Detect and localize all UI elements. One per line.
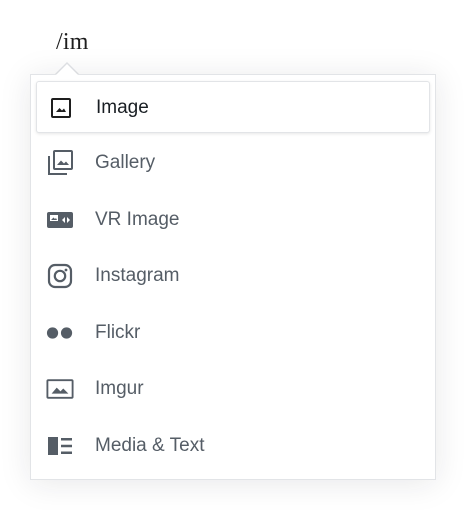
popover-caret-fill — [56, 64, 78, 75]
flickr-icon — [46, 319, 74, 347]
block-option-imgur[interactable]: Imgur — [36, 363, 430, 415]
vr-image-icon — [46, 206, 74, 234]
imgur-icon — [46, 375, 74, 403]
block-option-image[interactable]: Image — [36, 81, 430, 133]
block-option-flickr[interactable]: Flickr — [36, 307, 430, 359]
block-option-vr-image[interactable]: VR Image — [36, 194, 430, 246]
block-option-label: Imgur — [95, 378, 144, 399]
media-text-icon — [46, 432, 74, 460]
block-option-label: Flickr — [95, 322, 141, 343]
block-option-instagram[interactable]: Instagram — [36, 250, 430, 302]
gallery-icon — [46, 149, 74, 177]
block-autocomplete-popover: Image Gallery VR Image Instagram Flickr … — [30, 74, 436, 480]
block-option-label: Media & Text — [95, 435, 205, 456]
block-option-label: Image — [96, 97, 149, 118]
block-option-media-text[interactable]: Media & Text — [36, 420, 430, 472]
slash-command-text[interactable]: /im — [56, 28, 89, 56]
block-option-gallery[interactable]: Gallery — [36, 137, 430, 189]
block-option-label: Instagram — [95, 265, 180, 286]
instagram-icon — [46, 262, 74, 290]
block-option-label: VR Image — [95, 209, 180, 230]
image-icon — [47, 94, 75, 122]
block-option-label: Gallery — [95, 152, 156, 173]
